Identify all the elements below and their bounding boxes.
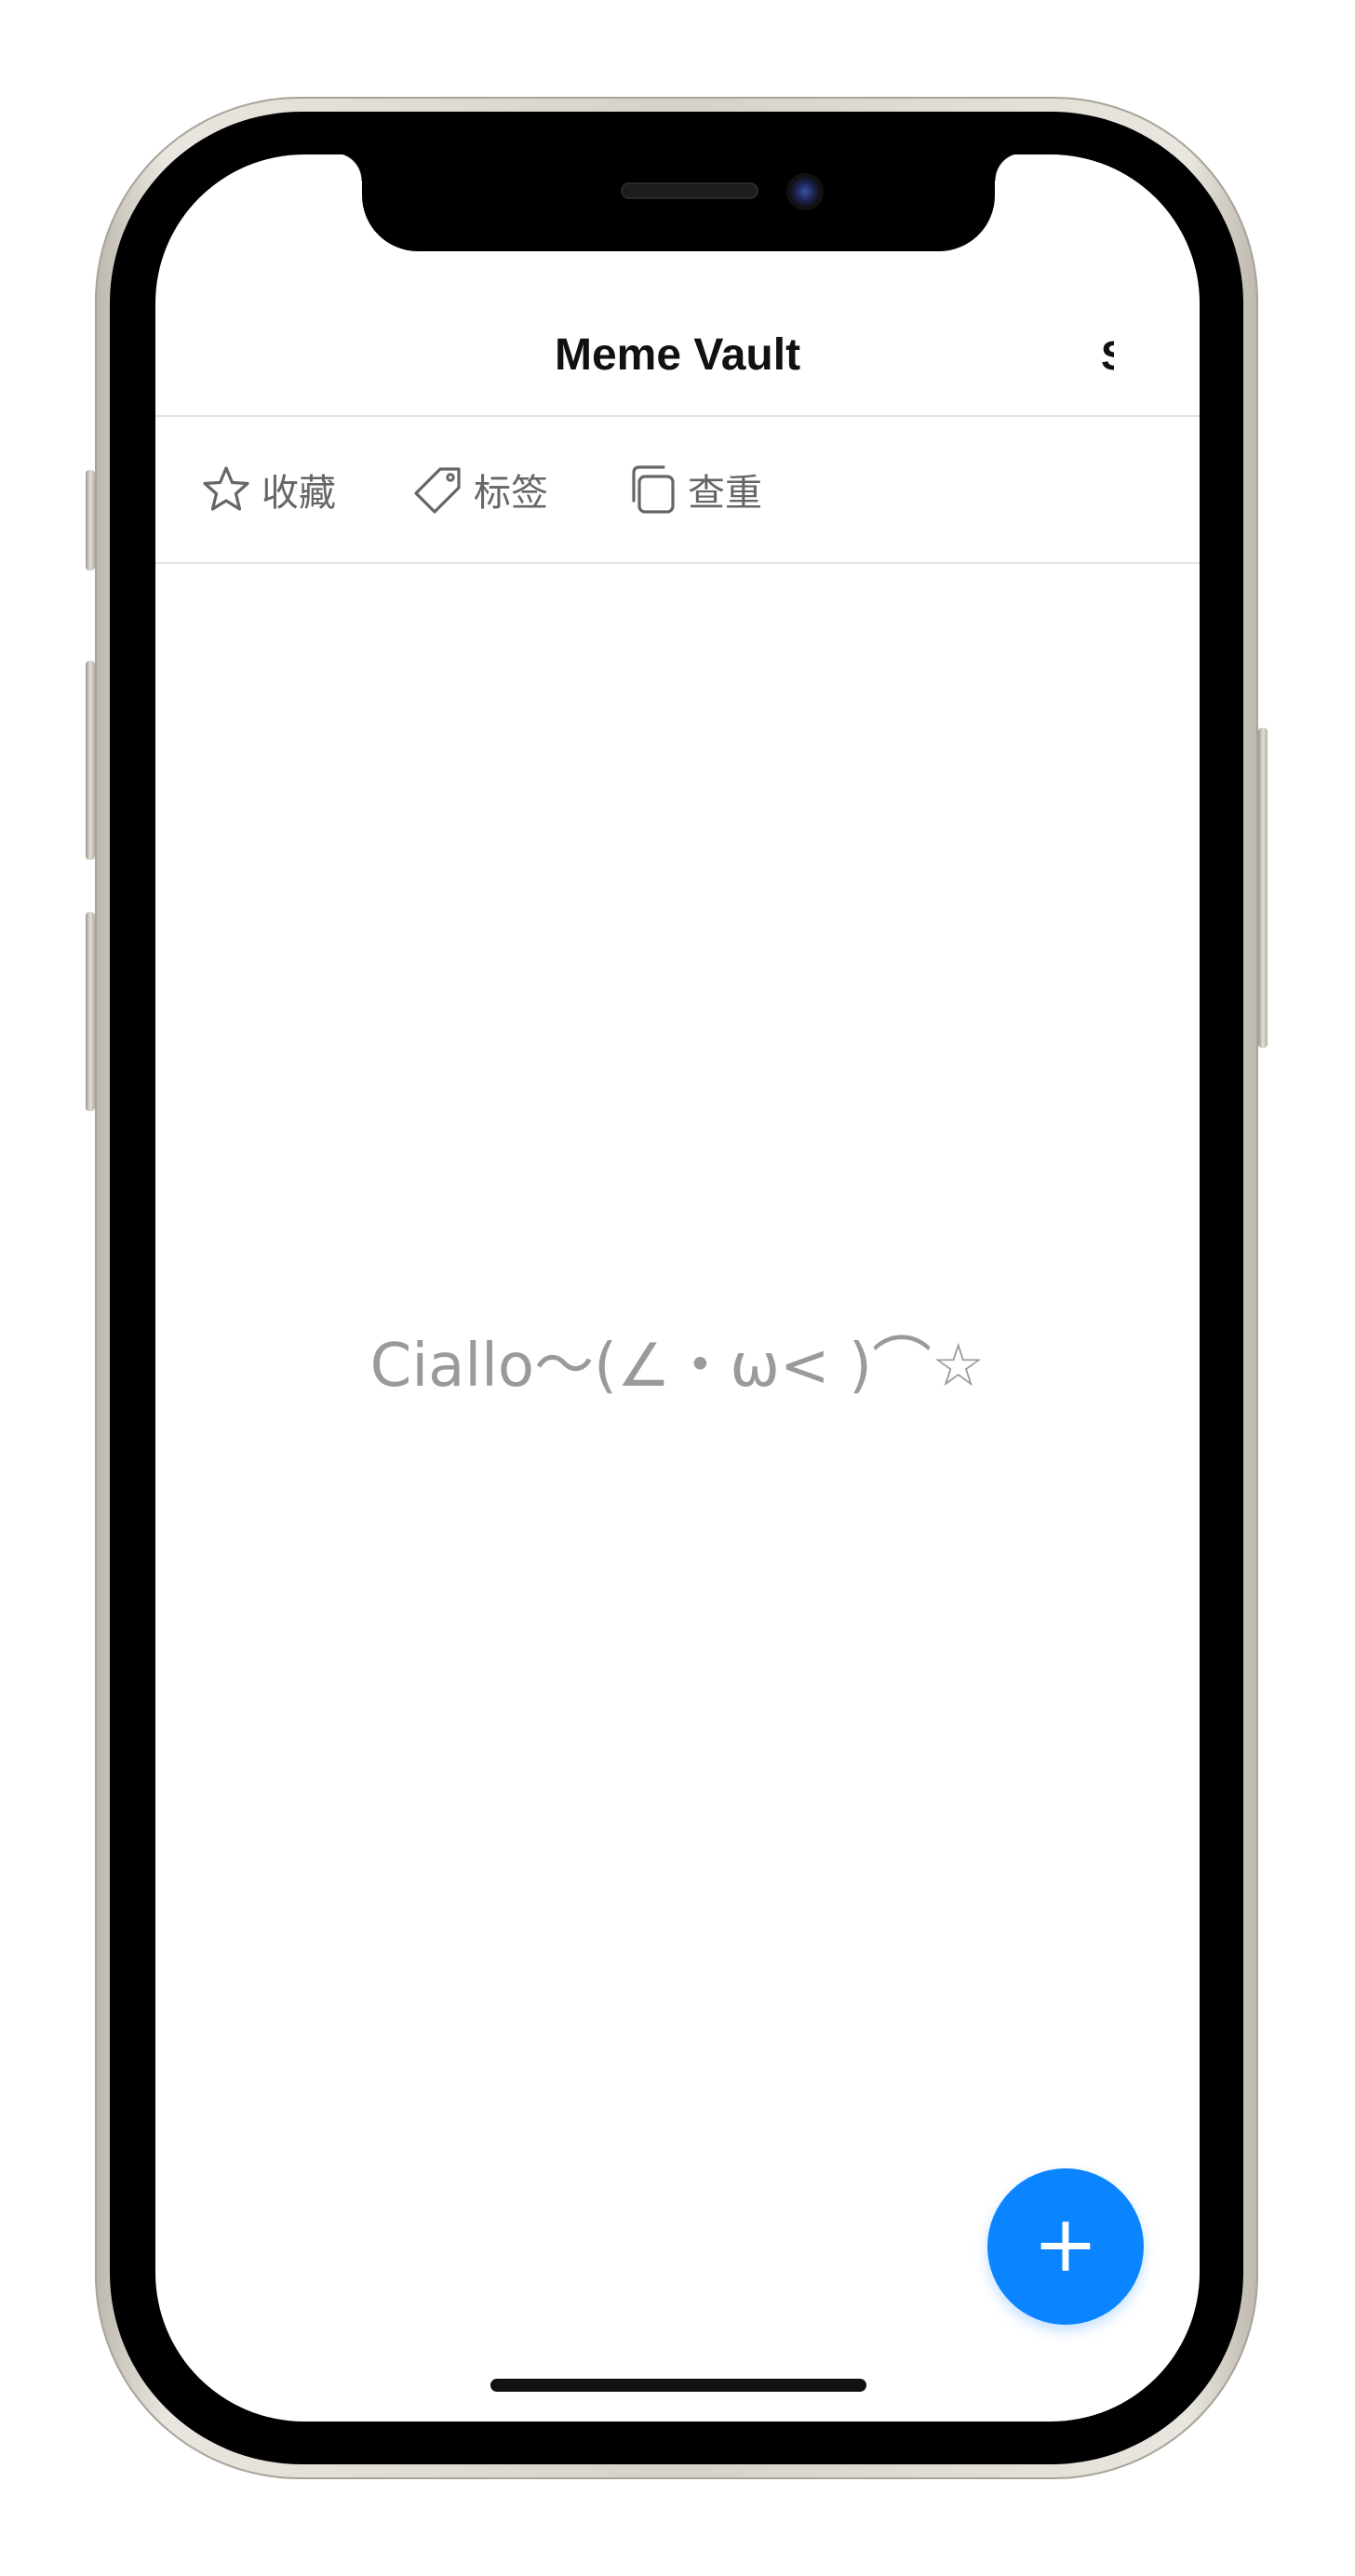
dedupe-button[interactable]: 查重 bbox=[626, 462, 762, 517]
navigation-bar: Meme Vault S bbox=[155, 311, 1200, 417]
favorites-button[interactable]: 收藏 bbox=[200, 462, 336, 517]
add-meme-button[interactable]: + bbox=[987, 2168, 1144, 2325]
volume-up-button bbox=[86, 661, 95, 860]
volume-down-button bbox=[86, 912, 95, 1111]
favorites-label: 收藏 bbox=[262, 472, 336, 515]
duplicate-icon bbox=[632, 465, 675, 514]
empty-state-message: Ciallo～(∠・ω< )⌒☆ bbox=[369, 1332, 986, 1401]
earpiece-speaker bbox=[621, 182, 758, 199]
app-screen: Meme Vault S 收藏 标签 bbox=[155, 154, 1200, 2422]
device-stage: Meme Vault S 收藏 标签 bbox=[0, 0, 1355, 2576]
tags-button[interactable]: 标签 bbox=[412, 462, 548, 517]
silent-switch bbox=[86, 470, 95, 570]
home-indicator[interactable] bbox=[490, 2379, 866, 2392]
plus-icon: + bbox=[1032, 2198, 1099, 2289]
toolbar: 收藏 标签 查重 bbox=[155, 417, 1200, 564]
dedupe-label: 查重 bbox=[688, 472, 762, 515]
front-camera bbox=[786, 173, 824, 210]
tags-label: 标签 bbox=[474, 472, 548, 515]
star-icon bbox=[203, 466, 249, 511]
notch bbox=[334, 154, 1023, 251]
power-button bbox=[1258, 728, 1268, 1048]
page-title: Meme Vault bbox=[554, 330, 801, 380]
nav-right-button[interactable]: S bbox=[1101, 333, 1114, 380]
tag-icon bbox=[414, 467, 461, 514]
